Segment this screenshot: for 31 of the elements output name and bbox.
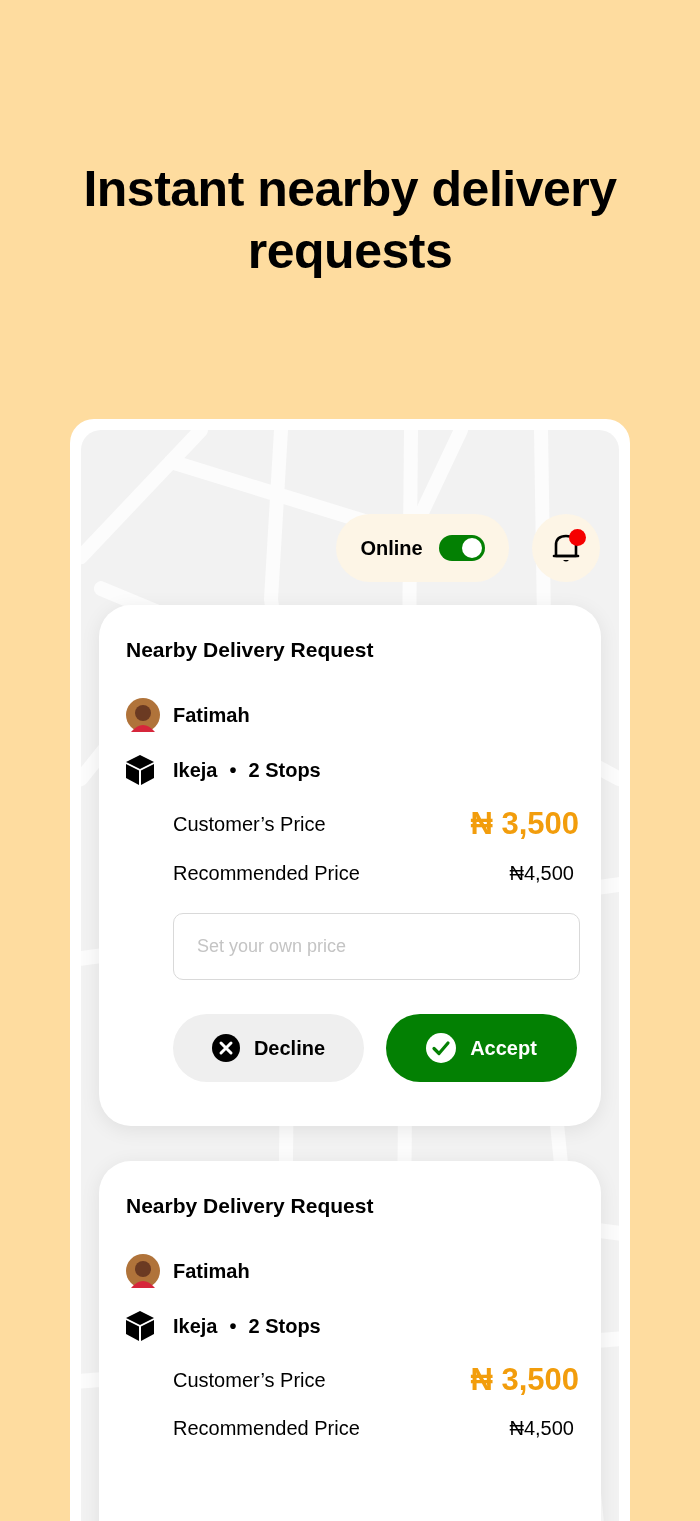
price-label: Recommended Price bbox=[173, 1416, 360, 1441]
box-icon bbox=[126, 1310, 154, 1341]
avatar bbox=[126, 1253, 160, 1288]
status-label: Online bbox=[360, 536, 423, 561]
separator: • bbox=[229, 1313, 237, 1339]
card-title: Nearby Delivery Request bbox=[126, 1192, 375, 1219]
accept-button[interactable]: Accept bbox=[386, 1013, 577, 1082]
recommended-price: ₦4,500 bbox=[509, 860, 574, 886]
avatar bbox=[126, 698, 160, 732]
box-icon bbox=[126, 755, 154, 785]
customer-name: Fatimah bbox=[173, 703, 250, 728]
location: Ikeja bbox=[173, 758, 218, 783]
card-title: Nearby Delivery Request bbox=[126, 637, 375, 663]
check-icon bbox=[426, 1032, 457, 1063]
customer-price: ₦ 3,500 bbox=[470, 1360, 579, 1399]
price-label: Customer’s Price bbox=[173, 812, 326, 838]
bell-icon bbox=[551, 532, 581, 564]
location: Ikeja bbox=[173, 1313, 218, 1339]
customer-price: ₦ 3,500 bbox=[470, 805, 579, 843]
close-icon bbox=[211, 1033, 240, 1062]
price-label: Customer’s Price bbox=[173, 1367, 326, 1393]
recommended-price: ₦4,500 bbox=[509, 1416, 574, 1441]
stops-count: 2 Stops bbox=[248, 1313, 321, 1339]
price-label: Recommended Price bbox=[173, 860, 360, 886]
online-toggle[interactable] bbox=[438, 535, 485, 561]
decline-button[interactable]: Decline bbox=[173, 1013, 364, 1082]
customer-name: Fatimah bbox=[173, 1258, 250, 1284]
headline: Instant nearby delivery requests bbox=[82, 160, 618, 281]
stops-count: 2 Stops bbox=[248, 758, 321, 783]
price-field[interactable]: Set your own price bbox=[173, 912, 580, 980]
separator: • bbox=[229, 758, 237, 783]
